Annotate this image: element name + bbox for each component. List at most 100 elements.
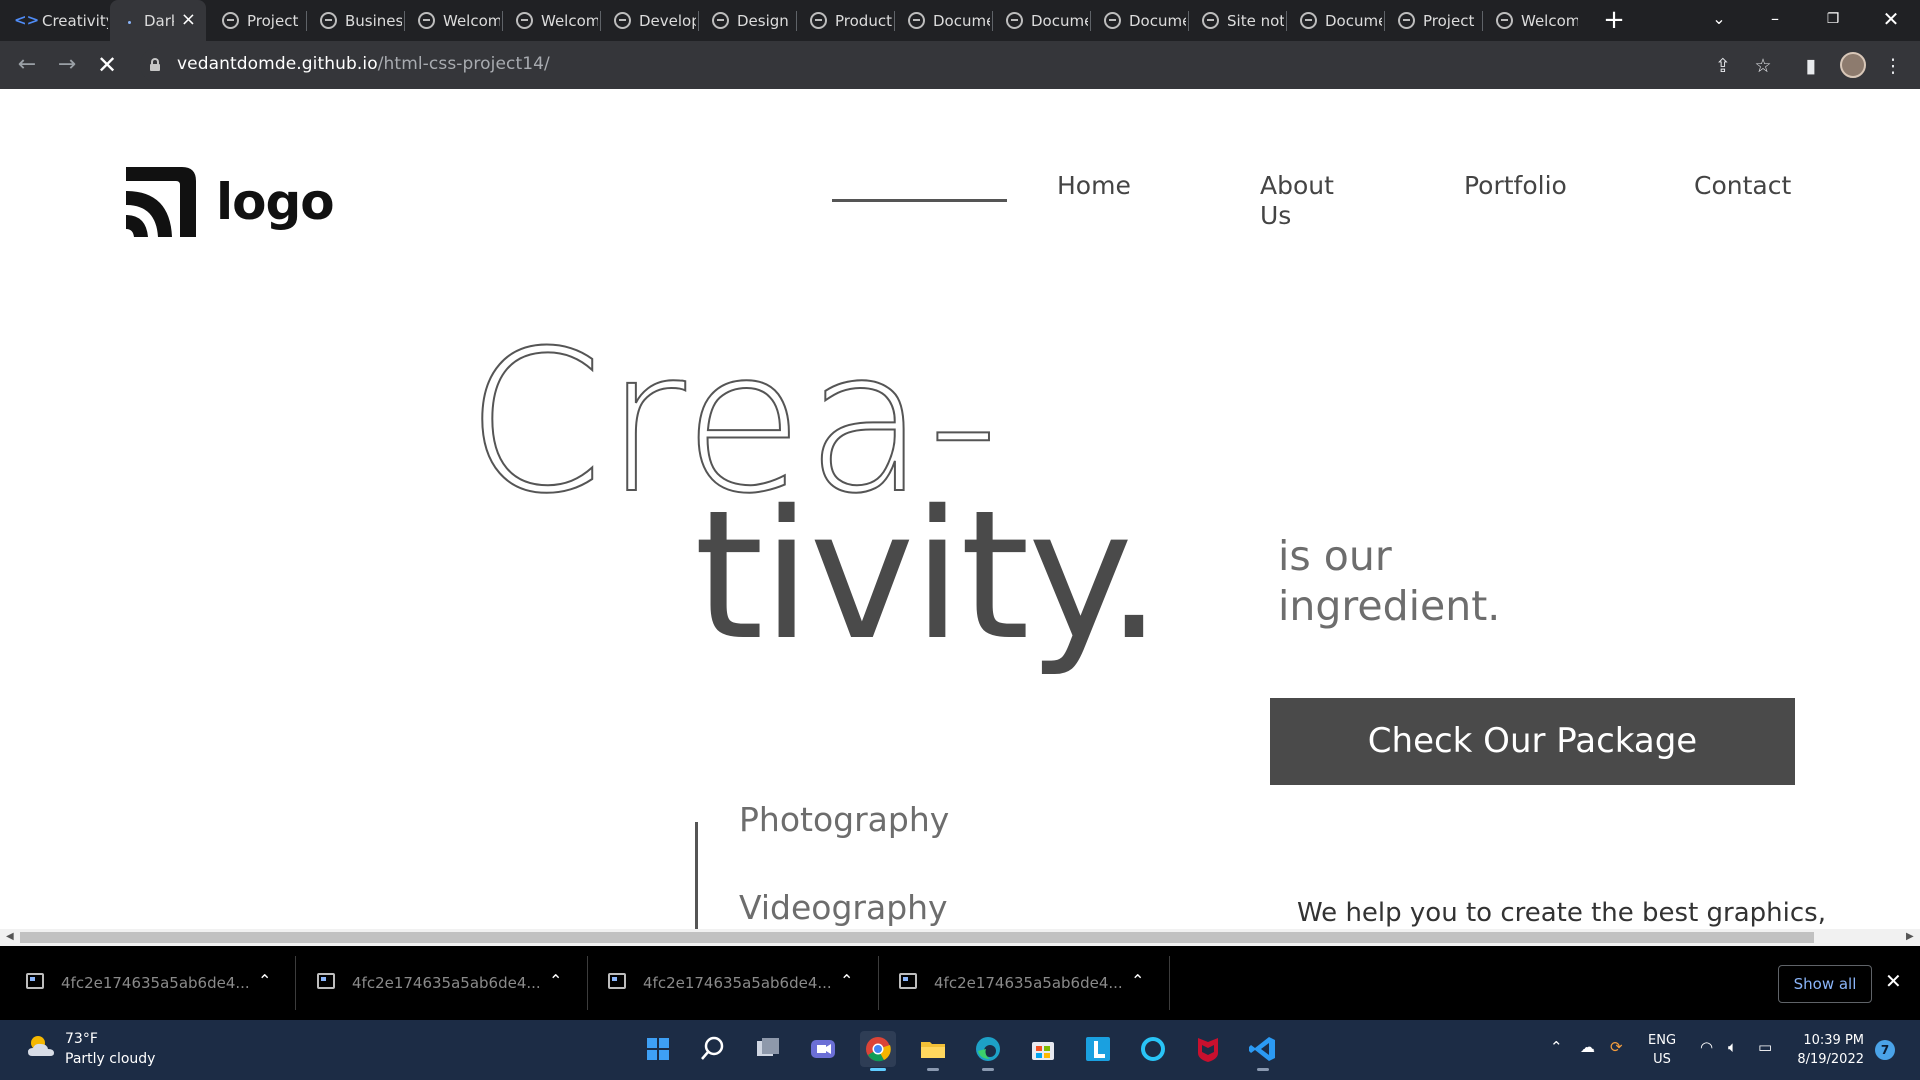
browser-tab[interactable]: Design	[698, 0, 794, 41]
tab-title: Developer	[639, 11, 696, 30]
clock-time: 10:39 PM	[1803, 1033, 1864, 1048]
tab-title: Design	[737, 11, 789, 30]
browser-tab[interactable]: Welcome	[502, 0, 598, 41]
globe-icon	[222, 12, 239, 29]
download-item[interactable]: 4fc2e174635a5ab6de4... ⌃	[582, 946, 872, 1020]
tab-title: Business	[345, 11, 402, 30]
hero-title-line2: tivity.	[694, 472, 1162, 679]
windows-taskbar: 73°F Partly cloudy ⌃ ☁ ⟳ ENG US ◠ 🔈︎ ▭ 1…	[0, 1020, 1920, 1080]
browser-tab[interactable]: <> Creativity	[0, 0, 108, 41]
back-arrow-icon[interactable]: ←	[14, 53, 40, 79]
browser-tab[interactable]: Project	[208, 0, 304, 41]
hero-subtitle-line2: ingredient.	[1278, 582, 1501, 630]
nav-portfolio-link[interactable]: Portfolio	[1464, 171, 1567, 201]
address-bar[interactable]: vedantdomde.github.io/html-css-project14…	[140, 47, 1770, 83]
tab-title: Product	[835, 11, 892, 30]
vscode-icon[interactable]	[1245, 1031, 1281, 1071]
check-package-button[interactable]: Check Our Package	[1270, 698, 1795, 785]
tab-search-chevron-icon[interactable]: ⌄	[1696, 0, 1742, 41]
profile-avatar[interactable]	[1840, 52, 1866, 78]
stop-loading-icon[interactable]: ✕	[94, 53, 120, 79]
close-shelf-icon[interactable]: ✕	[1885, 969, 1902, 993]
tab-title: Project	[247, 11, 299, 30]
tab-title: Document	[1325, 11, 1382, 30]
service-videography: Videography	[739, 888, 948, 927]
file-explorer-icon[interactable]	[915, 1031, 951, 1071]
chevron-up-icon[interactable]: ⌃	[840, 971, 853, 990]
store-icon[interactable]	[1025, 1031, 1061, 1067]
forward-arrow-icon[interactable]: →	[54, 53, 80, 79]
horizontal-scrollbar[interactable]: ◀ ▶	[0, 929, 1920, 946]
tab-title: Welcome	[443, 11, 500, 30]
scroll-left-icon[interactable]: ◀	[6, 931, 14, 942]
chevron-up-icon[interactable]: ⌃	[258, 971, 271, 990]
l-app-icon[interactable]	[1080, 1031, 1116, 1067]
browser-tab[interactable]: Welcome	[404, 0, 500, 41]
mcafee-icon[interactable]	[1190, 1031, 1226, 1067]
browser-tab[interactable]: Document	[1090, 0, 1186, 41]
browser-tab[interactable]: Project	[1384, 0, 1480, 41]
share-icon[interactable]: ⇪	[1712, 55, 1734, 77]
chrome-menu-icon[interactable]: ⋮	[1882, 55, 1904, 77]
hero-subtitle-line1: is our	[1278, 532, 1392, 580]
nav-about-line1: About	[1260, 171, 1334, 200]
browser-tab[interactable]: Business	[306, 0, 402, 41]
chevron-up-icon[interactable]: ⌃	[1131, 971, 1144, 990]
onedrive-cloud-icon[interactable]: ☁	[1580, 1038, 1595, 1056]
start-icon[interactable]	[640, 1031, 676, 1067]
lock-icon[interactable]	[150, 58, 160, 71]
browser-tab[interactable]: Product	[796, 0, 892, 41]
browser-tab[interactable]: Document	[992, 0, 1088, 41]
nav-contact-link[interactable]: Contact	[1694, 171, 1791, 201]
download-item[interactable]: 4fc2e174635a5ab6de4... ⌃	[873, 946, 1163, 1020]
search-icon[interactable]	[695, 1031, 731, 1067]
globe-icon	[908, 12, 925, 29]
browser-tab[interactable]: Document	[1286, 0, 1382, 41]
nav-about-link[interactable]: About Us	[1260, 171, 1334, 231]
scrollbar-thumb[interactable]	[20, 932, 1814, 943]
download-item[interactable]: 4fc2e174635a5ab6de4... ⌃	[291, 946, 581, 1020]
chevron-up-icon[interactable]: ⌃	[549, 971, 562, 990]
minimize-button[interactable]: –	[1752, 0, 1798, 41]
browser-tab[interactable]: Developer	[600, 0, 696, 41]
system-clock[interactable]: 10:39 PM 8/19/2022	[1792, 1031, 1864, 1069]
nav-home-link[interactable]: Home	[1057, 171, 1131, 201]
wifi-icon[interactable]: ◠	[1700, 1038, 1713, 1056]
new-tab-button[interactable]: +	[1599, 6, 1629, 36]
browser-tab-active[interactable]: Dark ×	[110, 0, 206, 41]
file-icon	[26, 973, 44, 989]
site-logo[interactable]: logo	[124, 165, 335, 239]
browser-tab[interactable]: Document	[894, 0, 990, 41]
partly-cloudy-icon[interactable]	[26, 1032, 56, 1060]
close-window-button[interactable]: ✕	[1868, 0, 1914, 41]
teams-chat-icon[interactable]	[805, 1031, 841, 1067]
side-panel-icon[interactable]: ▮	[1800, 55, 1822, 77]
download-item[interactable]: 4fc2e174635a5ab6de4... ⌃	[0, 946, 290, 1020]
restore-button[interactable]: ❐	[1810, 0, 1856, 41]
task-view-icon[interactable]	[750, 1031, 786, 1067]
notification-badge[interactable]: 7	[1875, 1040, 1895, 1060]
language-line2: US	[1653, 1052, 1671, 1067]
battery-icon[interactable]: ▭	[1758, 1038, 1772, 1056]
language-indicator[interactable]: ENG US	[1648, 1031, 1676, 1069]
file-icon	[317, 973, 335, 989]
close-tab-icon[interactable]: ×	[181, 11, 196, 29]
url-path: /html-css-project14/	[377, 54, 550, 74]
edge-icon[interactable]	[970, 1031, 1006, 1071]
url-text[interactable]: vedantdomde.github.io/html-css-project14…	[177, 54, 550, 74]
logo-text: logo	[216, 173, 335, 231]
sync-icon[interactable]: ⟳	[1610, 1038, 1623, 1056]
scroll-right-icon[interactable]: ▶	[1906, 931, 1914, 942]
cortana-icon[interactable]	[1135, 1031, 1171, 1067]
weather-description[interactable]: Partly cloudy	[65, 1051, 155, 1067]
show-hidden-icons-chevron-icon[interactable]: ⌃	[1550, 1038, 1563, 1056]
weather-temperature[interactable]: 73°F	[65, 1031, 98, 1047]
browser-tab[interactable]: Site not	[1188, 0, 1284, 41]
globe-icon	[614, 12, 631, 29]
chrome-icon[interactable]	[860, 1031, 896, 1071]
nav-divider	[832, 199, 1007, 202]
browser-tab[interactable]: Welcome	[1482, 0, 1578, 41]
bookmark-star-icon[interactable]: ☆	[1752, 55, 1774, 77]
show-all-downloads-button[interactable]: Show all	[1778, 965, 1872, 1003]
volume-icon[interactable]: 🔈︎	[1728, 1038, 1737, 1056]
